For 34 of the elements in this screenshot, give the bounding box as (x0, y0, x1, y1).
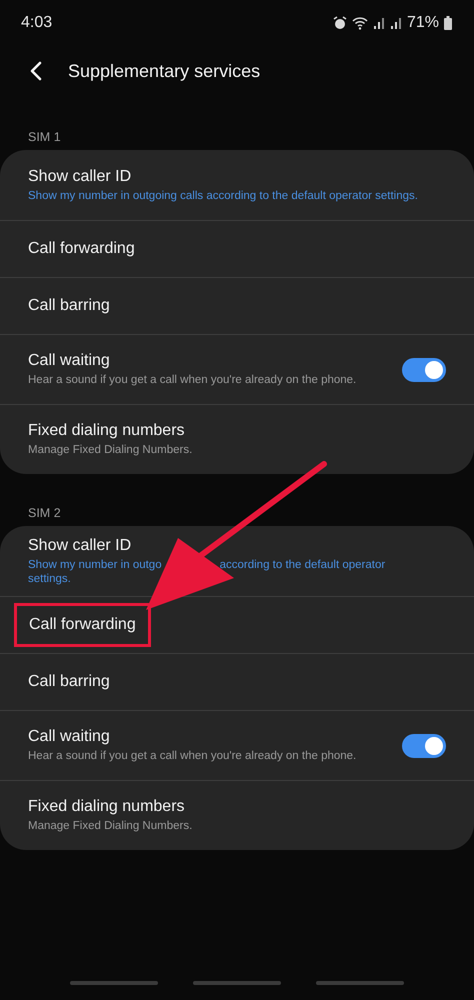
signal-icon (372, 17, 385, 29)
setting-title[interactable]: Call waiting (28, 352, 110, 370)
setting-title[interactable]: Fixed dialing numbers (28, 798, 185, 816)
wifi-icon (352, 16, 368, 30)
alarm-icon (332, 16, 347, 30)
setting-description: Show my number in outgo (28, 558, 162, 572)
battery-percentage: 71% (406, 14, 439, 32)
nav-bar-handle[interactable] (70, 981, 158, 985)
setting-title[interactable]: Fixed dialing numbers (28, 422, 185, 440)
setting-title[interactable]: Call waiting (28, 728, 110, 746)
setting-description: Hear a sound if you get a call when you're already on the phone. (28, 749, 358, 763)
setting-title[interactable]: Call barring (28, 673, 110, 691)
setting-description: Manage Fixed Dialing Numbers. (28, 443, 194, 457)
nav-bar-handle[interactable] (193, 981, 281, 985)
toggle-switch[interactable] (402, 734, 446, 758)
signal-icon (390, 17, 402, 29)
page-title: Supplementary services (68, 60, 260, 82)
setting-description: Manage Fixed Dialing Numbers. (28, 819, 194, 833)
setting-title[interactable]: Call forwarding (28, 240, 135, 258)
battery-icon (444, 16, 452, 30)
setting-description: Show my number in outgoing calls according to the default operator settings. (28, 188, 419, 202)
setting-description: according to the default operator (220, 558, 386, 572)
highlighted-setting-title[interactable]: Call forwarding (14, 603, 151, 647)
nav-bar-handle[interactable] (316, 981, 404, 985)
setting-title[interactable]: Call barring (28, 297, 110, 315)
setting-title[interactable]: Show caller ID (28, 168, 132, 186)
toggle-switch[interactable] (402, 358, 446, 382)
back-icon (30, 61, 42, 81)
status-time: 4:03 (21, 14, 52, 32)
section-label: SIM 2 (27, 506, 62, 520)
setting-description: Hear a sound if you get a call when you're already on the phone. (28, 373, 358, 387)
setting-title[interactable]: Show caller ID (28, 536, 132, 554)
section-label: SIM 1 (27, 130, 62, 144)
setting-description: settings. (28, 572, 71, 586)
